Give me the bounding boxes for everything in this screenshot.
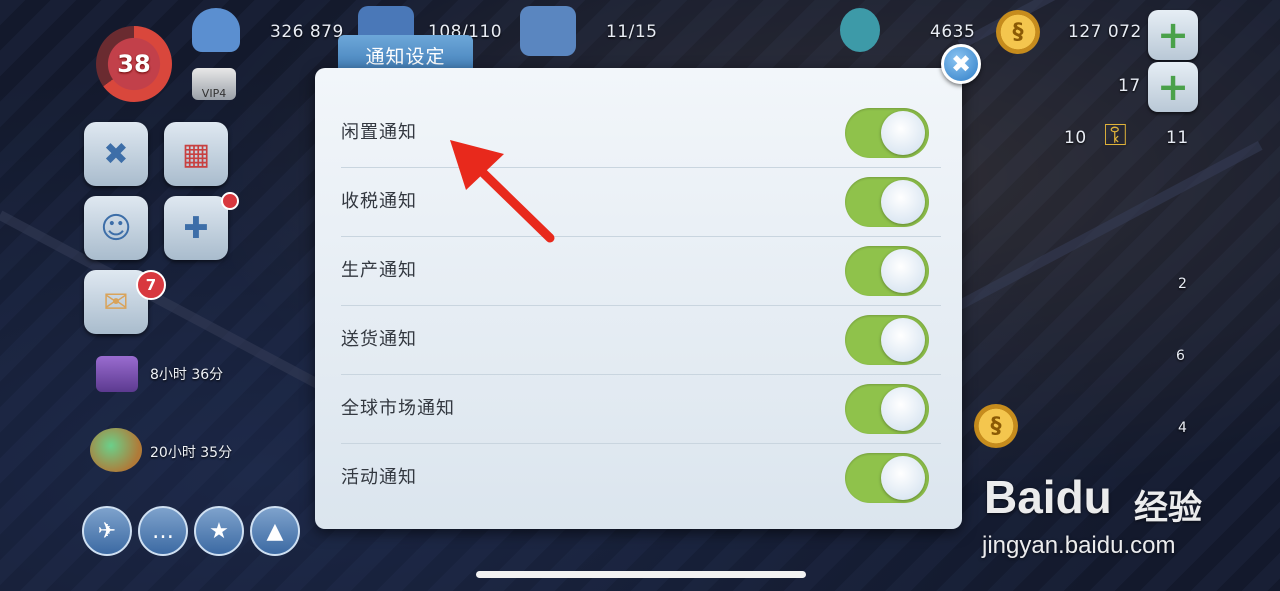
red-arrow-annotation [450,140,555,243]
airport-button[interactable]: ✈ [82,506,132,556]
vip-label: VIP4 [201,87,227,100]
settings-button[interactable]: ✖ [84,122,148,186]
chest-timer: 8小时 36分 [150,367,224,383]
close-icon: ✖ [950,50,972,78]
mail-count-badge: 7 [136,270,166,300]
toggle-knob [881,180,925,224]
toggle-events[interactable] [845,453,929,503]
keys-b-value: 10 [1064,128,1087,148]
setting-row-idle: 闲置通知 [341,99,941,168]
gamepad-icon: ✚ [183,210,209,246]
setting-label-idle: 闲置通知 [341,122,417,143]
baidu-watermark-url: jingyan.baidu.com [982,532,1176,559]
level-number: 38 [117,50,151,78]
toggle-delivery[interactable] [845,315,929,365]
simcash-value: 4635 [930,22,976,42]
setting-row-events: 活动通知 [341,444,941,512]
construction-value: 11/15 [606,22,658,42]
treasure-chest-icon[interactable] [96,356,138,392]
keys-a-value: 17 [1118,76,1141,96]
keys-c-value: 11 [1166,128,1189,148]
buy-simoleons-plus-button[interactable]: + [1148,62,1198,112]
chat-bubble-icon: … [152,518,174,544]
game-controller-button[interactable]: ✚ [164,196,228,260]
golden-key-icon: ⚿ [1104,118,1127,153]
toggle-knob [881,111,925,155]
basket-timer: 20小时 35分 [150,445,233,461]
toggle-knob [881,318,925,362]
toggle-global-market[interactable] [845,384,929,434]
egg-basket-icon[interactable] [90,428,142,472]
envelope-icon: ✉ [103,284,129,320]
friends-button[interactable]: ☺ [84,196,148,260]
tower-icon: ▲ [266,518,284,544]
toggle-production[interactable] [845,246,929,296]
chat-button[interactable]: … [138,506,188,556]
collect-coin-bubble-icon[interactable]: § [974,404,1018,448]
level-badge[interactable]: 38 [96,26,172,102]
setting-label-production: 生产通知 [341,260,417,281]
setting-row-delivery: 送货通知 [341,306,941,375]
calendar-icon: ▦ [181,136,211,172]
setting-row-tax: 收税通知 [341,168,941,237]
baidu-watermark-logo: Baidu [984,471,1112,523]
population-value: 326 879 [270,22,344,42]
toggle-knob [881,249,925,293]
toggle-idle[interactable] [845,108,929,158]
wrench-icon: ✖ [103,136,129,172]
epic-project-button[interactable]: ▲ [250,506,300,556]
construction-icon [520,6,576,56]
baidu-watermark-jingyan: 经验 [1134,488,1202,528]
simoleon-coin-icon: § [996,10,1040,54]
map-count-2: 6 [1176,348,1186,364]
close-button[interactable]: ✖ [941,44,981,84]
population-icon [192,8,240,52]
buy-simcash-plus-button[interactable]: + [1148,10,1198,60]
toggle-knob [881,387,925,431]
setting-label-global-market: 全球市场通知 [341,398,455,419]
notification-settings-dialog: 闲置通知 收税通知 生产通知 送货通知 全球市场通知 活动通知 [315,68,962,529]
vip-badge[interactable]: VIP4 [192,68,236,100]
setting-row-production: 生产通知 [341,237,941,306]
calendar-button[interactable]: ▦ [164,122,228,186]
setting-row-global-market: 全球市场通知 [341,375,941,444]
setting-label-delivery: 送货通知 [341,329,417,350]
simoleons-value: 127 072 [1068,22,1142,42]
star-icon: ★ [209,518,229,544]
home-indicator[interactable] [476,571,806,578]
setting-label-tax: 收税通知 [341,191,417,212]
friends-icon: ☺ [100,210,132,246]
toggle-knob [881,456,925,500]
map-count-3: 4 [1178,420,1188,436]
notification-dot [221,192,239,210]
favorites-button[interactable]: ★ [194,506,244,556]
simcash-icon [840,8,880,52]
toggle-tax[interactable] [845,177,929,227]
setting-label-events: 活动通知 [341,467,417,488]
airplane-icon: ✈ [97,518,117,544]
top-hud: 326 879 108/110 11/15 4635 § 127 072 + +… [0,0,1280,112]
map-count-1: 2 [1178,276,1188,292]
